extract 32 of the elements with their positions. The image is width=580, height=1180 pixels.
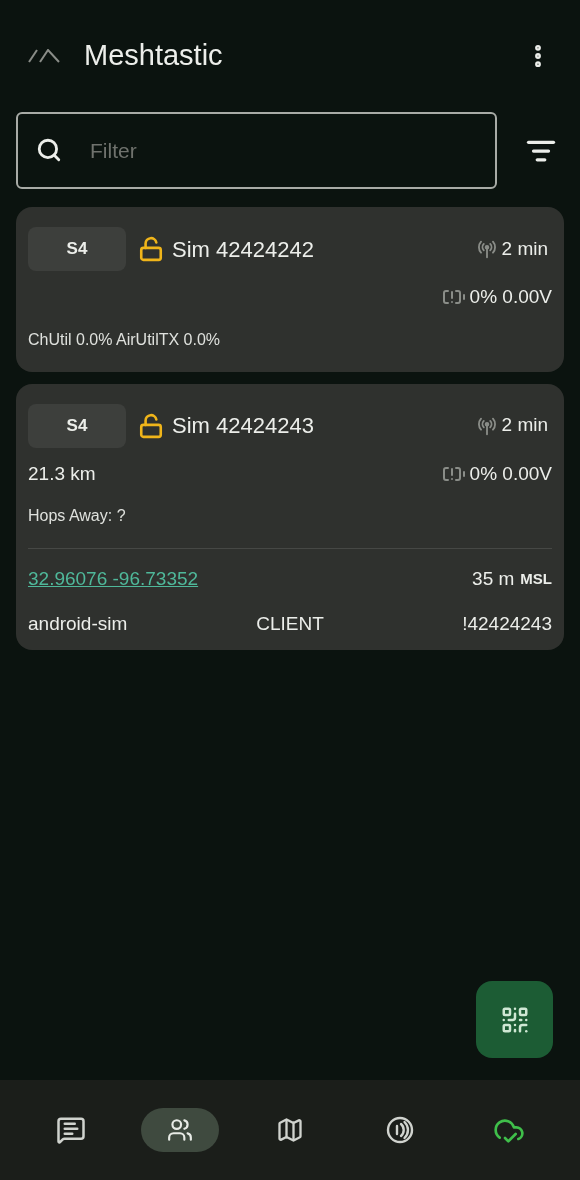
app-title: Meshtastic <box>84 38 223 74</box>
last-heard: 2 min <box>501 413 548 438</box>
node-card[interactable]: S4 Sim 42424242 2 min 0% 0.00V ChUtil 0.0% AirUtilTX 0.0% <box>16 207 564 372</box>
battery-level: 0% 0.00V <box>469 461 552 486</box>
message-icon <box>55 1115 86 1145</box>
search-icon <box>36 137 62 163</box>
antenna-icon <box>475 238 498 260</box>
last-heard: 2 min <box>501 236 548 261</box>
unlocked-icon <box>138 236 164 262</box>
filter-field[interactable]: Filter <box>16 112 497 189</box>
unlocked-icon <box>138 412 164 439</box>
altitude-unit: MSL <box>520 569 552 589</box>
hops-away: Hops Away: ? <box>28 506 127 526</box>
nav-tab[interactable] <box>141 1108 220 1152</box>
hardware-model: android-sim <box>28 611 129 636</box>
battery-level: 0% 0.00V <box>469 285 552 309</box>
node-name: Sim 42424243 <box>172 412 314 440</box>
node-card[interactable]: S4 Sim 42424243 2 min 21.3 km 0% 0.00V Hops Away: ? 32.96076 -96.73352 35 m MSL android-sim CLIENT !42424243 <box>16 383 564 650</box>
altitude: 35 m <box>472 567 515 591</box>
distance: 21.3 km <box>28 461 96 486</box>
node-role: CLIENT <box>255 611 325 636</box>
map-icon <box>276 1116 304 1144</box>
node-name: Sim 42424242 <box>172 235 314 264</box>
people-icon <box>167 1117 194 1143</box>
scan-qr-button[interactable] <box>476 981 553 1058</box>
short-name-chip: S4 <box>28 403 126 448</box>
coordinates-link[interactable]: 32.96076 -96.73352 <box>28 565 199 594</box>
radio-icon <box>385 1116 414 1144</box>
node-id: !42424243 <box>461 611 552 636</box>
channel-utilization: ChUtil 0.0% AirUtilTX 0.0% <box>28 329 222 350</box>
logo-icon <box>28 49 60 63</box>
short-name-chip: S4 <box>28 227 126 271</box>
